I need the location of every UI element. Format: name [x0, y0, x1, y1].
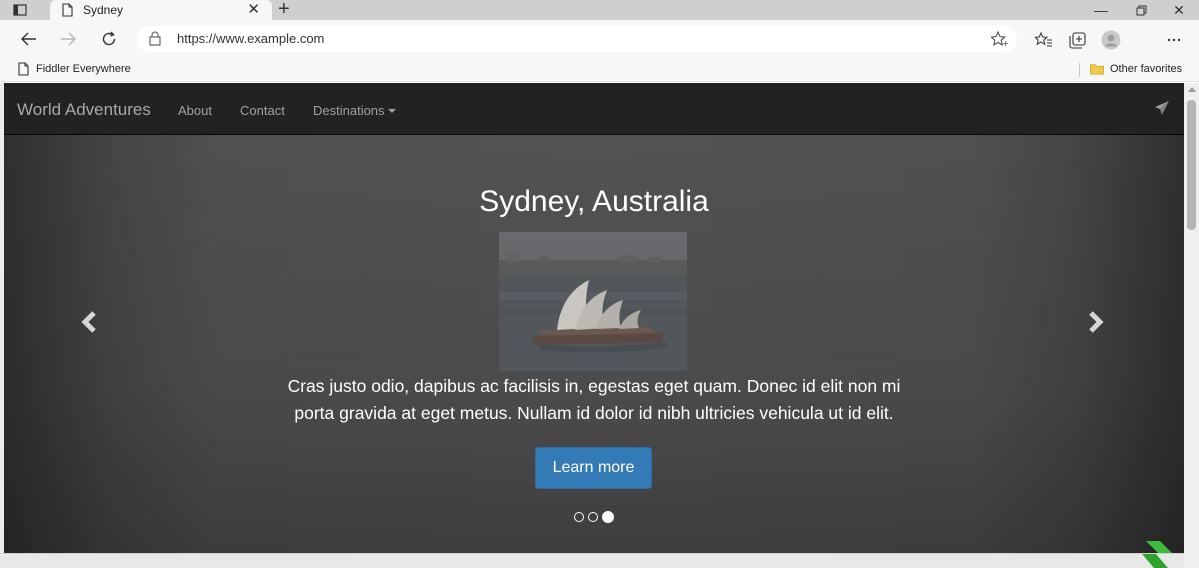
lock-icon[interactable] [149, 31, 163, 47]
refresh-icon[interactable] [97, 29, 121, 49]
favorites-bar: Fiddler Everywhere Other favorites [0, 58, 1199, 82]
close-window-icon[interactable]: ✕ [1159, 0, 1199, 20]
carousel-indicators [4, 511, 1184, 523]
paper-plane-icon[interactable] [1154, 100, 1170, 116]
carousel: Sydney, Australia Cras justo odio, dapib… [4, 135, 1184, 553]
url-text[interactable]: https://www.example.com [177, 31, 324, 46]
scroll-up-icon[interactable] [1188, 87, 1196, 92]
folder-icon [1090, 62, 1104, 76]
tab-actions-icon[interactable] [6, 1, 34, 19]
tab-strip: Sydney ✕ + — ✕ [0, 0, 1199, 20]
carousel-prev-icon[interactable] [74, 307, 104, 337]
nav-about[interactable]: About [178, 103, 212, 118]
restore-icon[interactable] [1121, 0, 1161, 20]
svg-text:+: + [1002, 39, 1008, 47]
slide-title: Sydney, Australia [479, 185, 709, 218]
carousel-indicator-dot[interactable] [574, 512, 584, 522]
browser-tab[interactable]: Sydney ✕ [50, 0, 272, 20]
minimize-icon[interactable]: — [1081, 0, 1121, 20]
close-tab-icon[interactable]: ✕ [247, 1, 260, 19]
page-viewport: World Adventures About Contact Destinati… [0, 83, 1184, 568]
bookmark-label: Fiddler Everywhere [36, 63, 131, 75]
new-tab-button[interactable]: + [278, 0, 290, 19]
back-icon[interactable] [17, 29, 41, 49]
nav-destinations-label: Destinations [313, 103, 385, 118]
add-favorite-icon[interactable]: + [989, 29, 1009, 49]
bookmark-other-favorites[interactable]: Other favorites [1090, 62, 1182, 76]
site-brand[interactable]: World Adventures [17, 100, 151, 120]
scrollbar-thumb[interactable] [1187, 100, 1196, 230]
overlay-logo-icon [1140, 541, 1176, 568]
tab-title: Sydney [83, 3, 124, 17]
page-icon [16, 62, 30, 76]
carousel-indicator-dot[interactable] [588, 512, 598, 522]
more-options-icon[interactable] [1161, 29, 1187, 51]
carousel-next-icon[interactable] [1081, 307, 1111, 337]
address-toolbar: https://www.example.com + [0, 20, 1199, 58]
favorites-icon[interactable] [1031, 29, 1057, 51]
profile-avatar[interactable] [1098, 29, 1124, 51]
slide-caption-line-1: Cras justo odio, dapibus ac facilisis in… [287, 376, 901, 396]
sydney-opera-house-image [499, 232, 687, 371]
slide-caption: Cras justo odio, dapibus ac facilisis in… [204, 373, 984, 427]
nav-destinations-dropdown[interactable]: Destinations [313, 103, 396, 118]
nav-contact[interactable]: Contact [240, 103, 285, 118]
forward-icon[interactable] [56, 29, 80, 49]
collections-icon[interactable] [1064, 29, 1090, 51]
bookmark-label: Other favorites [1110, 63, 1183, 75]
carousel-indicator-dot[interactable] [602, 511, 614, 523]
learn-more-button[interactable]: Learn more [535, 447, 652, 489]
bookmark-fiddler-everywhere[interactable]: Fiddler Everywhere [16, 62, 131, 76]
page-content-edge [0, 553, 1184, 568]
page-icon [60, 2, 74, 18]
address-bar[interactable]: https://www.example.com + [137, 26, 1017, 52]
page-scrollbar[interactable] [1184, 83, 1199, 568]
site-navbar: World Adventures About Contact Destinati… [4, 83, 1184, 135]
caret-down-icon [387, 109, 396, 113]
slide-caption-line-2: porta gravida at eget metus. Nullam id d… [294, 403, 894, 423]
bookmarks-divider [1079, 63, 1080, 77]
